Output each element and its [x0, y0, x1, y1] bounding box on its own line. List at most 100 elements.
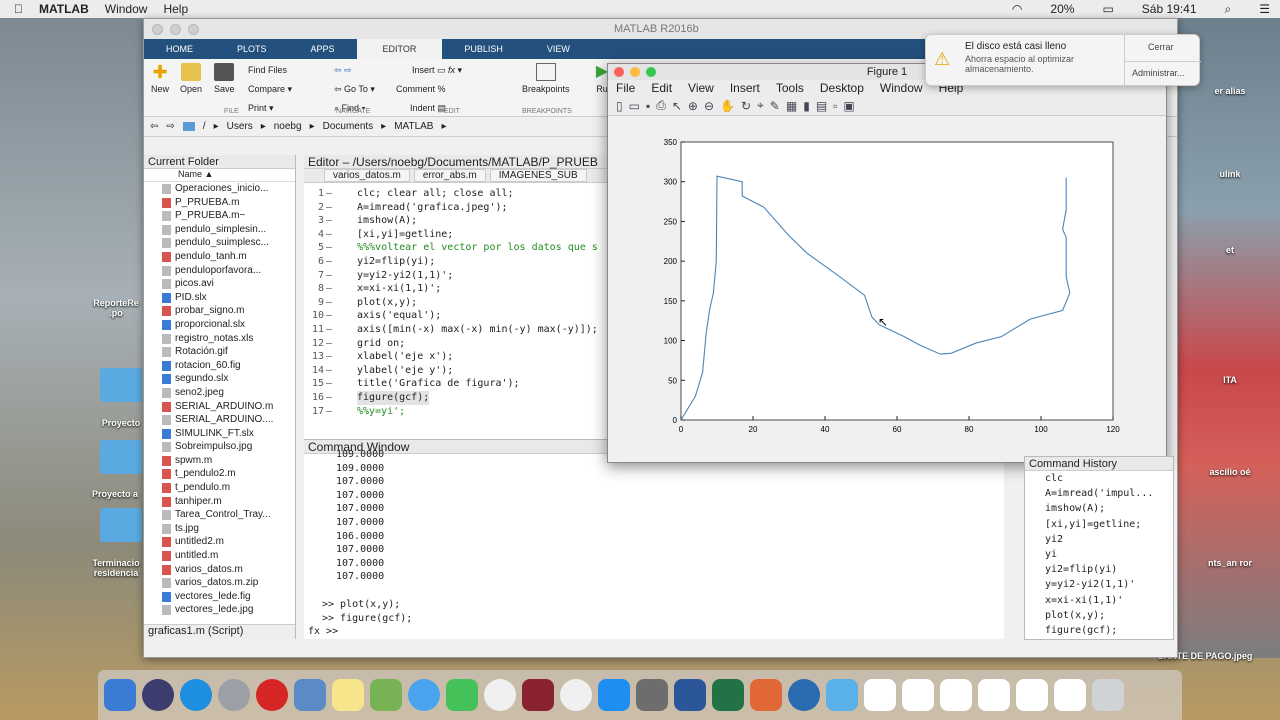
battery-percent[interactable]: 20% [1050, 2, 1074, 16]
close-button[interactable] [152, 24, 163, 35]
zoom-in-icon[interactable]: ⊕ [688, 99, 698, 113]
file-item[interactable]: PID.slx [144, 291, 295, 305]
code-line[interactable]: 7– y=yi2-yi2(1,1)'; [304, 269, 609, 283]
file-item[interactable]: varios_datos.m [144, 563, 295, 577]
open-icon[interactable]: ▭ [629, 99, 640, 113]
word-icon[interactable] [674, 679, 706, 711]
desktop-icon-label[interactable]: Proyecto [96, 418, 146, 428]
file-item[interactable]: picos.avi [144, 277, 295, 291]
breakpoint-marker[interactable]: – [326, 296, 332, 310]
back-forward-icon[interactable]: ⇦ ⇨ [334, 65, 352, 76]
desktop-icon-label[interactable]: nts_an ror [1180, 558, 1280, 568]
print-button[interactable]: Print ▾ [248, 103, 274, 114]
file-item[interactable]: spwm.m [144, 454, 295, 468]
file-item[interactable]: pendulo_tanh.m [144, 250, 295, 264]
tab-plots[interactable]: PLOTS [215, 39, 289, 59]
zoom-button[interactable] [188, 24, 199, 35]
breakpoint-marker[interactable]: – [326, 337, 332, 351]
file-item[interactable]: P_PRUEBA.m [144, 196, 295, 210]
launchpad-icon[interactable] [218, 679, 250, 711]
file-item[interactable]: t_pendulo.m [144, 481, 295, 495]
file-item[interactable]: vectores_lede.jpg [144, 603, 295, 617]
legend-icon[interactable]: ▤ [816, 99, 827, 113]
tab-apps[interactable]: APPS [289, 39, 357, 59]
breakpoint-marker[interactable]: – [326, 323, 332, 337]
rotate-icon[interactable]: ↻ [741, 99, 751, 113]
wifi-icon[interactable]: ◠ [1012, 2, 1022, 16]
facetime-icon[interactable] [446, 679, 478, 711]
breakpoint-marker[interactable]: – [326, 364, 332, 378]
desktop-icon-label[interactable]: ulink [1180, 169, 1280, 179]
menu-window[interactable]: Window [105, 2, 148, 16]
history-item[interactable]: y=yi2-yi2(1,1)' [1045, 577, 1173, 592]
goto-button[interactable]: ⇦ Go To ▾ [334, 84, 375, 95]
battery-icon[interactable]: ▭ [1102, 2, 1113, 16]
siri-icon[interactable] [142, 679, 174, 711]
notification-manage-button[interactable]: Administrar... [1132, 68, 1185, 78]
forward-icon[interactable]: ⇨ [166, 121, 174, 132]
history-item[interactable]: yi2 [1045, 532, 1173, 547]
zoom-out-icon[interactable]: ⊖ [704, 99, 714, 113]
apple-icon[interactable]:  [14, 2, 23, 16]
breakpoint-marker[interactable]: – [326, 241, 332, 255]
trash-icon[interactable] [1092, 679, 1124, 711]
file-item[interactable]: Tarea_Control_Tray... [144, 508, 295, 522]
command-window[interactable]: Command Window 109.0000 109.0000 107.0000 1… [304, 439, 1004, 639]
desktop-icon-label[interactable]: Terminacio residencia [86, 558, 146, 578]
history-item[interactable]: clc [1045, 471, 1173, 486]
file-item[interactable]: untitled2.m [144, 535, 295, 549]
figure-menu-edit[interactable]: Edit [651, 80, 672, 96]
file-item[interactable]: penduloporfavora... [144, 264, 295, 278]
folder-icon[interactable] [100, 508, 142, 542]
code-line[interactable]: 2– A=imread('grafica.jpeg'); [304, 201, 609, 215]
breakpoint-marker[interactable]: – [326, 282, 332, 296]
code-line[interactable]: 4– [xi,yi]=getline; [304, 228, 609, 242]
desktop-icon-label[interactable]: er alias [1180, 86, 1280, 96]
system-preferences-icon[interactable] [636, 679, 668, 711]
desktop-icon-label[interactable]: et [1180, 245, 1280, 255]
data-cursor-icon[interactable]: ⌖ [757, 98, 764, 113]
code-line[interactable]: 6– yi2=flip(yi); [304, 255, 609, 269]
search-icon[interactable]: ⌕ [1225, 2, 1232, 17]
code-line[interactable]: 11– axis([min(-x) max(-x) min(-y) max(-y)… [304, 323, 609, 337]
folder-icon[interactable] [100, 440, 142, 474]
colorbar-icon[interactable]: ▮ [803, 99, 810, 113]
history-item[interactable]: yi2=flip(yi) [1045, 562, 1173, 577]
menu-help[interactable]: Help [163, 2, 188, 16]
brush-icon[interactable]: ✎ [770, 99, 780, 113]
desktop-icon-label[interactable]: Proyecto a [86, 489, 144, 499]
breakpoints-button[interactable]: Breakpoints [522, 63, 570, 94]
maps-icon[interactable] [370, 679, 402, 711]
dock-icon[interactable]: ▣ [843, 99, 854, 113]
file-item[interactable]: seno2.jpeg [144, 386, 295, 400]
history-item[interactable]: figure(gcf); [1045, 623, 1173, 638]
code-line[interactable]: 17– %%y=yi'; [304, 405, 609, 419]
breakpoint-marker[interactable]: – [326, 405, 332, 419]
code-line[interactable]: 15– title('Grafica de figura'); [304, 377, 609, 391]
file-item[interactable]: Rotación.gif [144, 345, 295, 359]
compare-button[interactable]: Compare ▾ [248, 84, 292, 95]
document-icon[interactable] [1054, 679, 1086, 711]
file-item[interactable]: segundo.slx [144, 372, 295, 386]
code-line[interactable]: 5– %%%voltear el vector por los datos que… [304, 241, 609, 255]
editor-tab[interactable]: error_abs.m [413, 169, 486, 182]
find-files-button[interactable]: Find Files [248, 65, 287, 75]
preview-icon[interactable] [294, 679, 326, 711]
print-icon[interactable]: ⎙ [656, 98, 666, 113]
file-item[interactable]: P_PRUEBA.m~ [144, 209, 295, 223]
desktop-icon-label[interactable]: ReporteRe .po [86, 298, 146, 318]
code-line[interactable]: 16– figure(gcf); [304, 390, 609, 405]
figure-menu-file[interactable]: File [616, 80, 635, 96]
breakpoint-marker[interactable]: – [326, 350, 332, 364]
document-icon[interactable] [978, 679, 1010, 711]
figure-menu-desktop[interactable]: Desktop [820, 80, 864, 96]
menu-clock[interactable]: Sáb 19:41 [1142, 2, 1197, 16]
document-icon[interactable] [1016, 679, 1048, 711]
command-prompt[interactable]: fx >> [304, 625, 1004, 639]
breadcrumb[interactable]: Documents [323, 121, 374, 132]
menu-app-name[interactable]: MATLAB [39, 2, 89, 16]
file-item[interactable]: vectores_lede.fig [144, 590, 295, 604]
tab-editor[interactable]: EDITOR [356, 39, 443, 59]
pointer-icon[interactable]: ↖ [672, 99, 682, 113]
breakpoint-marker[interactable]: – [326, 391, 332, 405]
